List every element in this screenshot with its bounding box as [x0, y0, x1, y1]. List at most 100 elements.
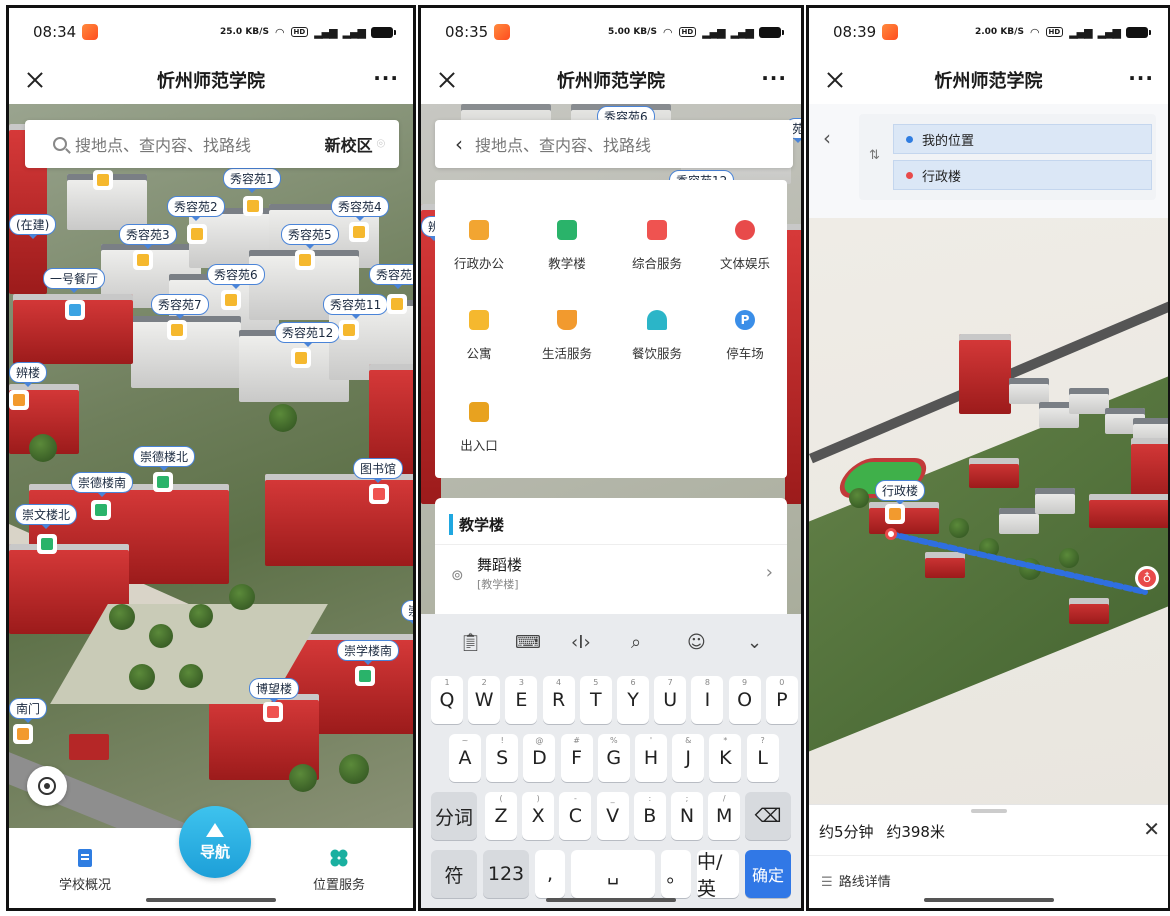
map-label[interactable]: 秀容苑6 — [207, 264, 265, 289]
apartment-icon[interactable] — [295, 250, 315, 270]
more-menu-icon[interactable]: ··· — [761, 66, 787, 90]
map-label[interactable]: 博望楼 — [249, 678, 300, 703]
key-d[interactable]: @ D — [523, 734, 556, 782]
key-language-switch[interactable]: 中/英 — [697, 850, 739, 900]
map-label[interactable]: 秀容苑1 — [369, 264, 413, 289]
collapse-keyboard-icon[interactable]: ⌄ — [747, 632, 762, 653]
key-x[interactable]: ) X — [522, 792, 555, 840]
route-map[interactable]: 行政楼 ♁ — [809, 218, 1168, 808]
key-q[interactable]: 1Q — [431, 676, 463, 724]
key-n[interactable]: ; N — [671, 792, 703, 840]
map-label[interactable]: 崇 — [401, 600, 413, 625]
map-label[interactable]: 崇德楼北 — [133, 446, 196, 471]
key-fenci[interactable]: 分词 — [431, 792, 477, 840]
map-label[interactable]: 图书馆 — [353, 458, 404, 483]
locate-me-button[interactable] — [27, 766, 67, 806]
map-label[interactable]: 崇学楼南 — [337, 640, 400, 665]
key-l[interactable]: ? L — [746, 734, 779, 782]
service-grid-icon[interactable] — [263, 702, 283, 722]
category-dining[interactable]: 餐饮服务 — [617, 310, 697, 362]
map-label[interactable]: 崇文楼北 — [15, 504, 78, 529]
key-p[interactable]: 0P — [765, 676, 798, 724]
search-icon[interactable]: ⌕ — [631, 632, 641, 653]
search-bar[interactable]: 搜地点、查内容、找路线 新校区 ⌾ — [25, 120, 399, 168]
drag-handle[interactable] — [970, 809, 1007, 813]
key-symbols[interactable]: 符 — [431, 850, 477, 898]
result-item[interactable]: ⊚ 舞蹈楼 [教学楼] › — [435, 552, 787, 608]
dining-icon[interactable] — [65, 300, 85, 320]
map-label[interactable]: 秀容苑3 — [119, 224, 177, 249]
apartment-icon[interactable] — [167, 320, 187, 340]
apartment-icon[interactable] — [187, 224, 207, 244]
route-origin[interactable]: 我的位置 — [893, 124, 1152, 154]
more-menu-icon[interactable]: ··· — [1128, 66, 1154, 90]
apartment-icon[interactable] — [349, 222, 369, 242]
close-icon[interactable] — [435, 68, 459, 92]
map-label[interactable]: 秀容苑11 — [323, 294, 389, 319]
route-destination[interactable]: 行政楼 — [893, 160, 1152, 190]
map-label[interactable]: 秀容苑7 — [151, 294, 209, 319]
apartment-icon[interactable] — [291, 348, 311, 368]
apartment-icon[interactable] — [133, 250, 153, 270]
close-icon[interactable]: ✕ — [1143, 817, 1160, 841]
key-t[interactable]: 5T — [579, 676, 612, 724]
close-icon[interactable] — [23, 68, 47, 92]
map-label[interactable]: 行政楼 — [875, 480, 926, 505]
keyboard-icon[interactable]: ⌨︎ — [515, 632, 541, 653]
map-label[interactable]: 秀容苑5 — [281, 224, 339, 249]
back-arrow-icon[interactable]: ‹ — [455, 132, 463, 156]
key-e[interactable]: 3E — [505, 676, 538, 724]
category-gate[interactable]: 出入口 — [439, 402, 519, 454]
category-sports[interactable]: 文体娱乐 — [705, 220, 785, 272]
key-y[interactable]: 6Y — [617, 676, 649, 724]
category-life-service[interactable]: 生活服务 — [527, 310, 607, 362]
map-label[interactable]: 一号餐厅 — [43, 268, 106, 293]
more-menu-icon[interactable]: ··· — [373, 66, 399, 90]
tab-school-overview[interactable]: 学校概况 — [59, 848, 111, 893]
teaching-building-icon[interactable] — [355, 666, 375, 686]
teaching-building-icon[interactable] — [153, 472, 173, 492]
cursor-icon[interactable]: ‹I› — [571, 632, 591, 653]
key-j[interactable]: & J — [672, 734, 705, 782]
apartment-icon[interactable] — [387, 294, 407, 314]
map-label[interactable]: 秀容苑12 — [275, 322, 341, 347]
category-office[interactable]: 行政办公 — [439, 220, 519, 272]
teaching-building-icon[interactable] — [91, 500, 111, 520]
swap-icon[interactable]: ⇅ — [869, 148, 880, 163]
teaching-building-icon[interactable] — [37, 534, 57, 554]
map-label[interactable]: (在建) — [9, 214, 57, 239]
key-r[interactable]: 4R — [542, 676, 575, 724]
key-k[interactable]: * K — [709, 734, 742, 782]
campus-selector[interactable]: 新校区 — [325, 132, 373, 156]
key-v[interactable]: _ V — [596, 792, 629, 840]
apartment-icon[interactable] — [243, 196, 263, 216]
key-confirm[interactable]: 确定 — [745, 850, 791, 898]
key-123[interactable]: 123 — [483, 850, 529, 898]
apartment-icon[interactable] — [93, 170, 113, 190]
service-grid-icon[interactable] — [369, 484, 389, 504]
map-label[interactable]: 秀容苑2 — [167, 196, 225, 221]
apartment-icon[interactable] — [221, 290, 241, 310]
back-arrow-icon[interactable]: ‹ — [823, 126, 831, 150]
key-b[interactable]: :B — [633, 792, 666, 840]
key-f[interactable]: # F — [560, 734, 593, 782]
office-icon[interactable] — [885, 504, 905, 524]
search-bar[interactable]: ‹ 搜地点、查内容、找路线 — [435, 120, 793, 168]
map-label[interactable]: 辨楼 — [9, 362, 48, 387]
key-w[interactable]: 2W — [468, 676, 501, 724]
backspace-key[interactable]: ⌫ — [745, 792, 791, 840]
navigate-button[interactable]: 导航 — [179, 806, 251, 878]
key-a[interactable]: ~ A — [449, 734, 481, 782]
key-u[interactable]: 7U — [654, 676, 687, 724]
tab-location-service[interactable]: 位置服务 — [313, 848, 365, 893]
emoji-icon[interactable]: ☺︎ — [687, 632, 706, 653]
category-parking[interactable]: P 停车场 — [705, 310, 785, 362]
space-key[interactable]: ␣ — [571, 850, 655, 898]
key-m[interactable]: / M — [708, 792, 741, 840]
key-i[interactable]: 8I — [691, 676, 724, 724]
apartment-icon[interactable] — [339, 320, 359, 340]
key-s[interactable]: ! S — [486, 734, 519, 782]
category-service[interactable]: 综合服务 — [617, 220, 697, 272]
key-o[interactable]: 9O — [728, 676, 761, 724]
office-icon[interactable] — [9, 390, 29, 410]
